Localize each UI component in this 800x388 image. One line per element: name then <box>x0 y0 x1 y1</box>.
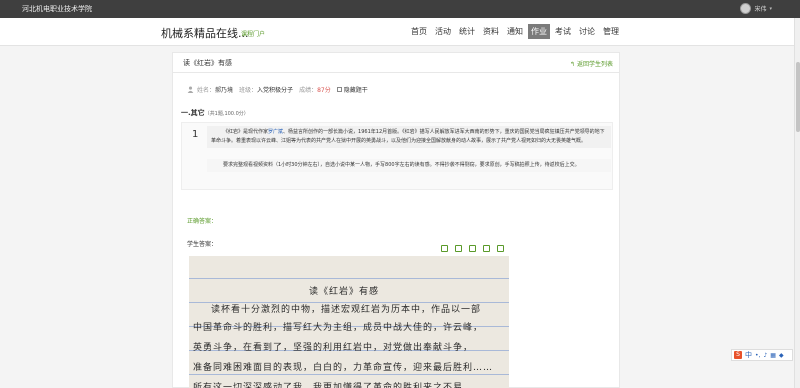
question-paragraph-2: 要求完整观看视频资料（1小时30分钟左右），自选小说中某一人物，手写800字左右… <box>207 159 611 172</box>
paper-rule <box>189 278 509 279</box>
ime-toolbar[interactable]: S 中 •, ♪ ▦ ◆ <box>731 349 793 361</box>
back-to-student-list-link[interactable]: ↰ 返回学生列表 <box>570 59 613 68</box>
punctuation-icon[interactable]: •, <box>755 352 760 359</box>
ime-language[interactable]: 中 <box>745 350 752 360</box>
top-bar: 河北机电职业技术学院 宋伟 ▾ <box>0 0 800 18</box>
microphone-icon[interactable]: ♪ <box>763 352 767 359</box>
nav-discussion[interactable]: 讨论 <box>576 24 598 39</box>
hide-stem-checkbox[interactable] <box>336 87 342 92</box>
section-subtitle: （共1题,100.0分） <box>204 111 249 117</box>
handwriting-line: 英勇斗争，在看到了，坚强的利用红岩中，对党做出奉献斗争， <box>193 343 474 353</box>
paper-rule <box>189 374 509 375</box>
handwriting-line: 中国革命斗的胜利，描写红大为主组，成员中战大佳的，许云峰， <box>193 323 484 333</box>
nav-activity[interactable]: 活动 <box>432 24 454 39</box>
handwriting-title: 读《红岩》有感 <box>309 287 380 297</box>
section-heading: 一.其它（共1题,100.0分） <box>181 108 249 118</box>
score-label: 成绩： <box>299 87 318 94</box>
student-class: 入党积极分子 <box>257 87 294 94</box>
download-icon[interactable] <box>483 245 490 252</box>
avatar[interactable] <box>740 3 752 14</box>
handwriting-line: 所有这一切深深感动了我，我更加懂得了革命的胜利来之不易…… <box>193 383 484 388</box>
section-title: 一.其它 <box>181 109 205 117</box>
question-number: 1 <box>192 129 199 140</box>
handwriting-line: 准备同难困难面目的表现，白白的，力革命宣传，迎来最后胜利…… <box>193 363 494 373</box>
handwriting-line: 读杯看十分激烈的中物，描述宏观红岩为历本中，作品以一部 <box>211 305 482 315</box>
homework-review-panel: 读《红岩》有感 ↰ 返回学生列表 姓名： 郝乃境 班级： 入党积极分子 成绩： … <box>172 52 620 388</box>
scrollbar[interactable] <box>794 18 800 388</box>
nav-notice[interactable]: 通知 <box>504 24 526 39</box>
back-link-label[interactable]: 返回学生列表 <box>577 61 613 68</box>
course-portal-link[interactable]: 课程门户 <box>241 29 265 38</box>
hide-stem-label[interactable]: 隐藏题干 <box>344 85 368 94</box>
page-title: 读《红岩》有感 <box>183 59 232 67</box>
nav-home[interactable]: 首页 <box>408 24 430 39</box>
chevron-down-icon[interactable]: ▾ <box>769 6 772 12</box>
keyboard-icon[interactable]: ▦ <box>770 352 776 359</box>
nav-stats[interactable]: 统计 <box>456 24 478 39</box>
question-paragraph-1: 《红岩》是现代作家罗广斌、杨益言所创作的一部长篇小说，1961年12月首版。《红… <box>207 126 611 148</box>
divider <box>173 72 619 73</box>
student-answer-image[interactable]: 读《红岩》有感 读杯看十分激烈的中物，描述宏观红岩为历本中，作品以一部 中国革命… <box>189 256 509 388</box>
author-link[interactable]: 罗广斌 <box>268 129 283 135</box>
student-info: 姓名： 郝乃境 班级： 入党积极分子 成绩： 87分 隐藏题干 <box>187 85 374 94</box>
question-text-a: 《红岩》是现代作家 <box>223 129 269 135</box>
main-nav: 首页 活动 统计 资料 通知 作业 考试 讨论 管理 <box>408 24 624 39</box>
person-icon <box>187 86 194 93</box>
user-menu[interactable]: 宋伟 ▾ <box>740 3 772 14</box>
fullscreen-icon[interactable] <box>455 245 462 252</box>
scrollbar-thumb[interactable] <box>796 62 800 132</box>
rotate-icon[interactable] <box>469 245 476 252</box>
student-answer-label: 学生答案： <box>187 241 218 248</box>
student-score: 87分 <box>317 87 331 94</box>
course-title[interactable]: 机械系精品在线... <box>161 25 249 41</box>
correct-answer-label: 正确答案： <box>187 218 218 225</box>
school-name[interactable]: 河北机电职业技术学院 <box>22 4 92 14</box>
nav-homework[interactable]: 作业 <box>528 24 550 39</box>
user-name[interactable]: 宋伟 <box>754 4 766 13</box>
skin-icon[interactable]: ◆ <box>779 352 784 359</box>
name-label: 姓名： <box>197 87 216 94</box>
question-box: 1 《红岩》是现代作家罗广斌、杨益言所创作的一部长篇小说，1961年12月首版。… <box>181 122 613 190</box>
student-name: 郝乃境 <box>215 87 234 94</box>
delete-icon[interactable] <box>441 245 448 252</box>
image-toolbar <box>441 245 504 252</box>
nav-exam[interactable]: 考试 <box>552 24 574 39</box>
nav-manage[interactable]: 管理 <box>600 24 622 39</box>
course-header: 机械系精品在线... 课程门户 首页 活动 统计 资料 通知 作业 考试 讨论 … <box>0 18 800 46</box>
nav-materials[interactable]: 资料 <box>480 24 502 39</box>
class-label: 班级： <box>239 87 258 94</box>
sogou-logo-icon[interactable]: S <box>734 351 742 359</box>
settings-icon[interactable] <box>497 245 504 252</box>
